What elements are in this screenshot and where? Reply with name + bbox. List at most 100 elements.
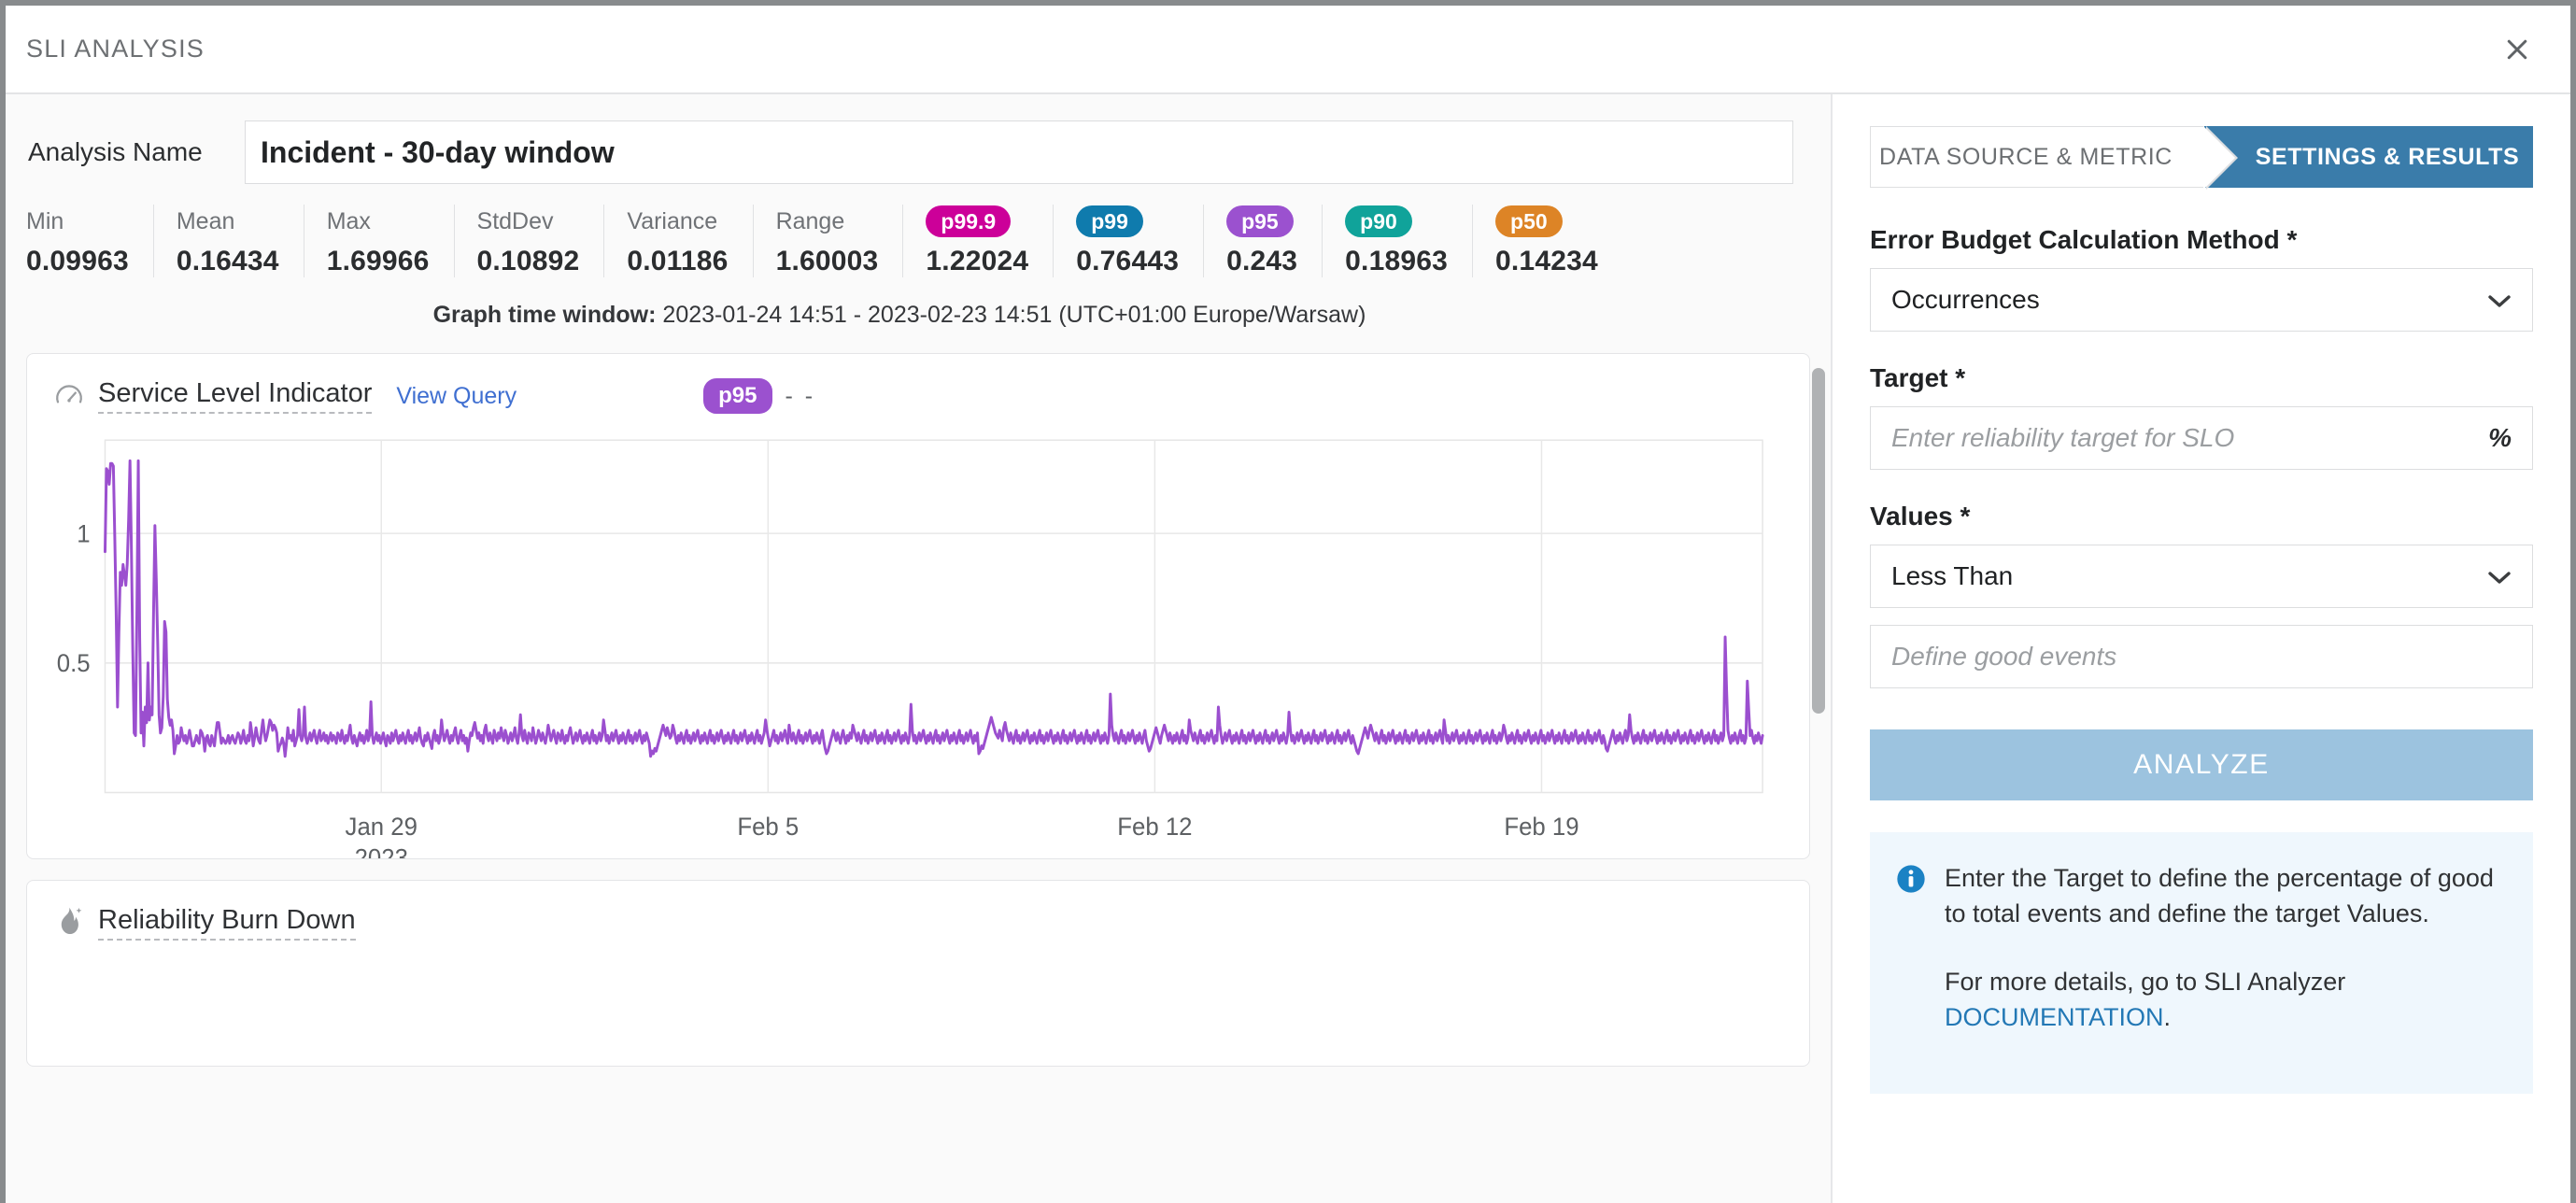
tab-settings-results[interactable]: SETTINGS & RESULTS (2204, 126, 2533, 188)
error-budget-value: Occurrences (1891, 285, 2040, 314)
svg-text:0.5: 0.5 (57, 649, 91, 678)
stat-label: p99.9 (926, 205, 1028, 238)
svg-text:Feb 19: Feb 19 (1504, 813, 1578, 842)
target-label: Target * (1870, 363, 1966, 392)
svg-text:2023: 2023 (355, 843, 408, 858)
stat-label: Mean (176, 207, 235, 234)
stat-value: 0.01186 (627, 246, 729, 276)
chevron-down-icon (2487, 564, 2512, 588)
analyze-button[interactable]: ANALYZE (1870, 729, 2533, 800)
percentile-badge: p90 (1345, 205, 1412, 237)
charts-scrollbar[interactable] (1812, 347, 1825, 1203)
error-budget-label: Error Budget Calculation Method * (1870, 225, 2298, 254)
stat-label: Min (26, 207, 64, 234)
stat-label: p99 (1076, 205, 1179, 238)
info-line-2: For more details, go to SLI Analyzer DOC… (1945, 964, 2505, 1036)
stat-p99: p99 0.76443 (1076, 205, 1205, 277)
sli-card-title: Service Level Indicator (98, 378, 373, 414)
info-line-2-prefix: For more details, go to SLI Analyzer (1945, 967, 2346, 996)
svg-text:Feb 5: Feb 5 (737, 813, 799, 842)
graph-time-window-value: 2023-01-24 14:51 - 2023-02-23 14:51 (UTC… (662, 302, 1366, 328)
graph-time-window: Graph time window: 2023-01-24 14:51 - 20… (6, 277, 1831, 329)
stat-variance: Variance 0.01186 (627, 205, 754, 277)
stat-value: 0.243 (1226, 246, 1298, 276)
stat-range: Range 1.60003 (776, 205, 904, 277)
info-icon (1896, 864, 1926, 894)
stat-value: 0.10892 (476, 246, 580, 276)
stat-label: StdDev (476, 207, 554, 234)
charts-scrollbar-thumb[interactable] (1812, 368, 1825, 714)
charts-scroll-area: Service Level Indicator View Query p95 -… (6, 329, 1831, 1203)
stat-p50: p50 0.14234 (1495, 205, 1622, 277)
legend-value: - - (785, 382, 816, 409)
info-line-2-suffix: . (2163, 1002, 2171, 1031)
stat-label: p95 (1226, 205, 1297, 238)
flame-icon (53, 906, 85, 940)
sli-chart-card: Service Level Indicator View Query p95 -… (26, 353, 1810, 859)
good-events-placeholder: Define good events (1891, 642, 2117, 671)
target-input[interactable]: Enter reliability target for SLO % (1870, 406, 2533, 470)
stat-p99-9: p99.9 1.22024 (926, 205, 1054, 277)
burn-down-header: Reliability Burn Down (27, 881, 1809, 946)
percentile-badge: p50 (1495, 205, 1563, 237)
view-query-link[interactable]: View Query (396, 383, 517, 410)
gauge-icon (53, 380, 85, 412)
good-events-input[interactable]: Define good events (1870, 625, 2533, 688)
graph-time-window-label: Graph time window: (432, 302, 657, 328)
stat-label: Range (775, 207, 845, 234)
burn-down-card: Reliability Burn Down (26, 880, 1810, 1067)
sli-chart: 0.5 1 Jan 29 2023 Feb 5 Feb 12 Feb 19 (27, 419, 1809, 858)
sli-analysis-modal: SLI ANALYSIS Analysis Name Incident - 30… (6, 6, 2570, 1203)
left-pane: Analysis Name Incident - 30-day window M… (6, 94, 1833, 1203)
values-field: Values * Less Than Define good events (1870, 502, 2533, 688)
percentile-badge: p99.9 (926, 205, 1012, 237)
analysis-name-label: Analysis Name (28, 137, 203, 166)
stat-p95: p95 0.243 (1226, 205, 1323, 277)
chevron-down-icon (2487, 288, 2512, 312)
percentile-badge: p99 (1076, 205, 1143, 237)
documentation-link[interactable]: DOCUMENTATION (1945, 1003, 2163, 1031)
chart-legend: p95 - - (703, 378, 815, 414)
values-label: Values * (1870, 502, 1971, 531)
stat-value: 0.16434 (176, 246, 279, 276)
modal-titlebar: SLI ANALYSIS (6, 6, 2570, 94)
modal-body: Analysis Name Incident - 30-day window M… (6, 94, 2570, 1203)
stat-value: 1.69966 (326, 246, 430, 276)
stat-label: Max (326, 207, 371, 234)
stat-value: 0.09963 (26, 246, 129, 276)
values-operator-select[interactable]: Less Than (1870, 545, 2533, 608)
sli-card-header: Service Level Indicator View Query p95 -… (27, 354, 1809, 419)
percentile-badge: p95 (1226, 205, 1294, 237)
tab-data-source-metric[interactable]: DATA SOURCE & METRIC (1870, 126, 2238, 190)
stat-stddev: StdDev 0.10892 (477, 205, 605, 277)
stat-value: 1.22024 (926, 246, 1029, 276)
info-line-1: Enter the Target to define the percentag… (1945, 864, 2494, 928)
analysis-name-input[interactable]: Incident - 30-day window (245, 120, 1793, 184)
sli-chart-svg: 0.5 1 Jan 292023 Feb 5 Feb 12 Feb 19 (57, 439, 1764, 858)
values-operator-value: Less Than (1891, 561, 2014, 590)
settings-tabs: DATA SOURCE & METRIC SETTINGS & RESULTS (1870, 126, 2533, 190)
svg-text:Jan 29: Jan 29 (346, 813, 418, 842)
percent-suffix: % (2488, 423, 2512, 452)
target-field: Target * Enter reliability target for SL… (1870, 363, 2533, 470)
info-panel: Enter the Target to define the percentag… (1870, 832, 2533, 1094)
stat-label: p50 (1495, 205, 1598, 238)
svg-text:1: 1 (77, 519, 90, 548)
svg-text:Feb 12: Feb 12 (1117, 813, 1192, 842)
stat-mean: Mean 0.16434 (177, 205, 304, 277)
stat-value: 0.76443 (1076, 246, 1180, 276)
statistics-strip: Min 0.09963 Mean 0.16434 Max 1.69966 StdDev 0.1… (6, 184, 1831, 277)
close-icon (2503, 35, 2531, 64)
stat-value: 0.18963 (1345, 246, 1449, 276)
stat-max: Max 1.69966 (327, 205, 455, 277)
stat-label: Variance (627, 207, 718, 234)
stat-label: p90 (1345, 205, 1448, 238)
settings-pane: DATA SOURCE & METRIC SETTINGS & RESULTS … (1833, 94, 2570, 1203)
page-title: SLI ANALYSIS (26, 35, 205, 63)
error-budget-select[interactable]: Occurrences (1870, 268, 2533, 332)
stat-value: 0.14234 (1495, 246, 1598, 276)
legend-badge-p95[interactable]: p95 (703, 378, 772, 414)
close-button[interactable] (2496, 28, 2539, 71)
error-budget-field: Error Budget Calculation Method * Occurr… (1870, 225, 2533, 332)
